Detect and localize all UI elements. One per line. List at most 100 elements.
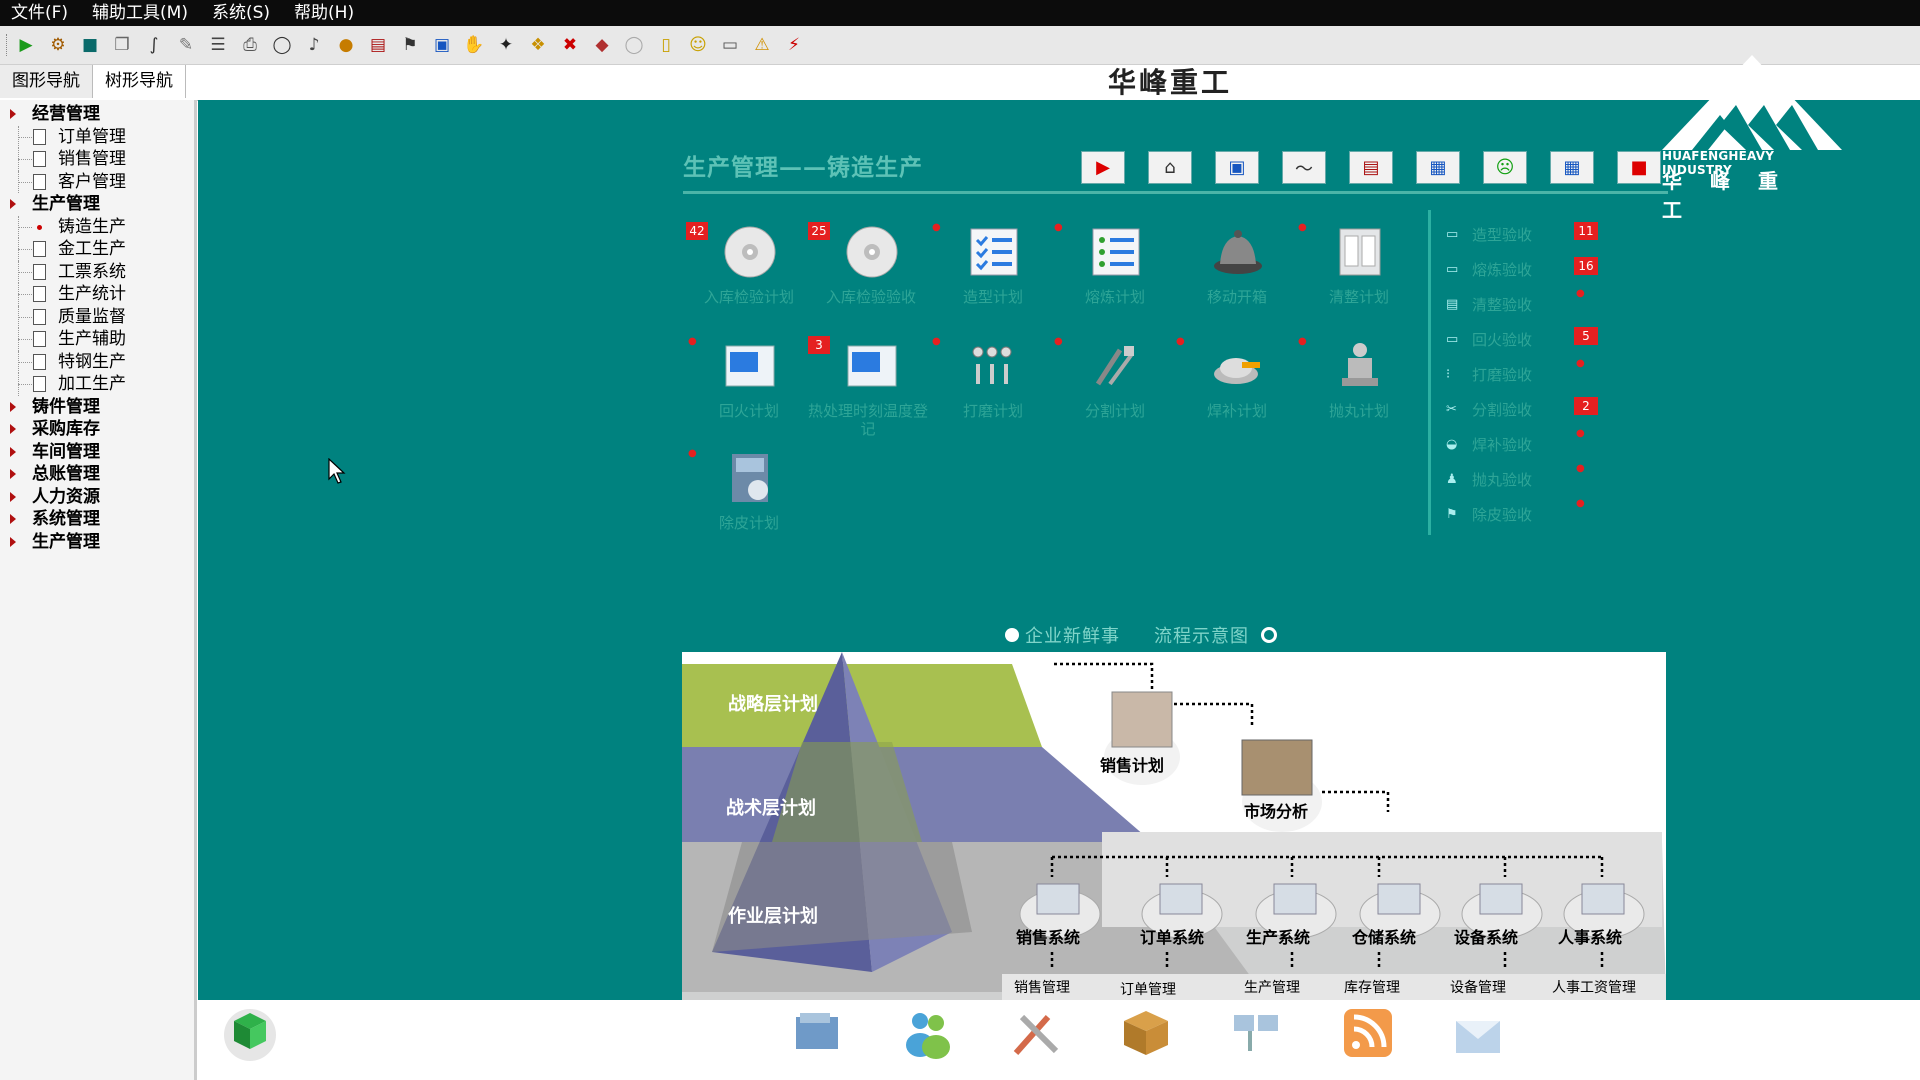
module-mobile-open-box[interactable]: 移动开箱	[1174, 226, 1294, 326]
module-icon[interactable]: ▣	[430, 33, 454, 57]
tree-group-casting-parts[interactable]: 铸件管理	[0, 396, 194, 419]
bubble-icon[interactable]: ❖	[526, 33, 550, 57]
save-icon[interactable]: ■	[78, 33, 102, 57]
tree-group-workshop[interactable]: 车间管理	[0, 441, 194, 464]
tree-group-production[interactable]: 生产管理	[0, 193, 194, 216]
expand-triangle-icon[interactable]	[10, 446, 16, 457]
menu-system[interactable]: 系统(S)	[201, 0, 283, 26]
box-icon[interactable]	[1118, 1005, 1174, 1061]
quick-face-button[interactable]: ☹	[1483, 151, 1527, 184]
node-order-system[interactable]: 订单系统	[1140, 924, 1204, 948]
tree-group-purchase[interactable]: 采购库存	[0, 418, 194, 441]
tree-item-quality[interactable]: 质量监督	[0, 305, 194, 328]
carousel-dot-icon[interactable]	[1261, 627, 1277, 643]
tree-item-machining[interactable]: 金工生产	[0, 238, 194, 261]
menu-tools[interactable]: 辅助工具(M)	[81, 0, 201, 26]
print-icon[interactable]: ⎙	[238, 33, 262, 57]
tree-item-processing[interactable]: 加工生产	[0, 373, 194, 396]
formula-icon[interactable]: ∫	[142, 33, 166, 57]
warning-icon[interactable]: ⚠	[750, 33, 774, 57]
tab-tree-nav[interactable]: 树形导航	[93, 65, 186, 98]
expand-triangle-icon[interactable]	[10, 469, 16, 479]
tree-item-order[interactable]: 订单管理	[0, 125, 194, 148]
expand-triangle-icon[interactable]	[10, 401, 16, 412]
menu-help[interactable]: 帮助(H)	[283, 0, 367, 26]
expand-triangle-icon[interactable]	[10, 424, 16, 434]
truck-icon[interactable]: ▭	[718, 33, 742, 57]
mail-icon[interactable]	[1450, 1005, 1506, 1061]
tree-group-system[interactable]: 系统管理	[0, 508, 194, 531]
tree-item-statistics[interactable]: 生产统计	[0, 283, 194, 306]
carousel-tab-news[interactable]: 企业新鲜事	[1025, 622, 1120, 648]
acceptance-welding[interactable]: ◒ 焊补验收 ●	[1446, 428, 1606, 462]
play-icon[interactable]: ▶	[14, 33, 38, 57]
copy-icon[interactable]: ❐	[110, 33, 134, 57]
cube-icon[interactable]	[222, 1005, 278, 1061]
node-production-system[interactable]: 生产系统	[1246, 924, 1310, 948]
network-icon[interactable]	[1228, 1005, 1284, 1061]
rss-icon[interactable]	[1340, 1005, 1396, 1061]
close-x-icon[interactable]: ✖	[558, 33, 582, 57]
module-grinding-plan[interactable]: ● 打磨计划	[930, 336, 1050, 440]
smiley-icon[interactable]: ☺	[686, 33, 710, 57]
list-icon[interactable]: ☰	[206, 33, 230, 57]
toolbar-grip[interactable]	[6, 34, 9, 56]
node-equipment-system[interactable]: 设备系统	[1454, 924, 1518, 948]
quick-bank-button[interactable]: ⌂	[1148, 151, 1192, 184]
tree-group-production-2[interactable]: 生产管理	[0, 531, 194, 554]
acceptance-cutting[interactable]: ✂ 分割验收 2	[1446, 397, 1606, 427]
module-inbound-inspection-plan[interactable]: 42 入库检验计划	[686, 222, 806, 326]
tree-group-ledger[interactable]: 总账管理	[0, 463, 194, 486]
speaker-icon[interactable]: ♪	[302, 33, 326, 57]
tree-item-customer[interactable]: 客户管理	[0, 170, 194, 193]
hand-icon[interactable]: ✋	[462, 33, 486, 57]
connect-icon[interactable]: ⚙	[46, 33, 70, 57]
acceptance-smelting[interactable]: ▭ 熔炼验收 16	[1446, 257, 1606, 287]
run-icon[interactable]: ✦	[494, 33, 518, 57]
acceptance-peeling[interactable]: ⚑ 除皮验收 ●	[1446, 498, 1606, 532]
edit-icon[interactable]: ✎	[174, 33, 198, 57]
quick-play-button[interactable]: ▶	[1081, 151, 1125, 184]
module-tempering-plan[interactable]: ● 回火计划	[686, 336, 806, 440]
quick-module-button[interactable]: ▣	[1215, 151, 1259, 184]
quick-chart-button[interactable]: 〜	[1282, 151, 1326, 184]
tree-item-casting[interactable]: 铸造生产	[0, 215, 194, 238]
module-shot-blast-plan[interactable]: ● 抛丸计划	[1296, 336, 1416, 440]
fire-icon[interactable]: ●	[334, 33, 358, 57]
acceptance-grinding[interactable]: ⁝ 打磨验收 ●	[1446, 358, 1606, 392]
acceptance-cleaning[interactable]: ▤ 清整验收 ●	[1446, 288, 1606, 322]
tree-item-aux[interactable]: 生产辅助	[0, 328, 194, 351]
module-inbound-inspection-accept[interactable]: 25 入库检验验收	[808, 222, 928, 326]
tree-item-special-steel[interactable]: 特钢生产	[0, 350, 194, 373]
flag-icon[interactable]: ⚑	[398, 33, 422, 57]
node-sales-system[interactable]: 销售系统	[1016, 924, 1080, 948]
module-heat-treatment-log[interactable]: 3 热处理时刻温度登记	[808, 336, 928, 440]
book-icon[interactable]: ◆	[590, 33, 614, 57]
report-icon[interactable]: ▤	[366, 33, 390, 57]
quick-table-button[interactable]: ▦	[1550, 151, 1594, 184]
module-cleaning-plan[interactable]: ● 清整计划	[1296, 222, 1416, 326]
module-molding-plan[interactable]: ● 造型计划	[930, 222, 1050, 326]
node-warehouse-system[interactable]: 仓储系统	[1352, 924, 1416, 948]
node-hr-system[interactable]: 人事系统	[1558, 924, 1622, 948]
bolt-icon[interactable]: ⚡	[782, 33, 806, 57]
tab-graphic-nav[interactable]: 图形导航	[0, 65, 93, 98]
expand-triangle-icon[interactable]	[10, 109, 16, 119]
bubble-icon[interactable]: ◯	[622, 33, 646, 57]
tree-group-business[interactable]: 经营管理	[0, 103, 194, 126]
tree-group-hr[interactable]: 人力资源	[0, 486, 194, 509]
acceptance-shot-blast[interactable]: ♟ 抛丸验收 ●	[1446, 463, 1606, 497]
menu-file[interactable]: 文件(F)	[0, 0, 81, 26]
note-icon[interactable]: ▯	[654, 33, 678, 57]
quick-report-button[interactable]: ▤	[1349, 151, 1393, 184]
quick-grid-button[interactable]: ▦	[1416, 151, 1460, 184]
acceptance-tempering[interactable]: ▭ 回火验收 5	[1446, 327, 1606, 357]
expand-triangle-icon[interactable]	[10, 536, 16, 547]
module-peeling-plan[interactable]: ● 除皮计划	[686, 448, 806, 552]
expand-triangle-icon[interactable]	[10, 514, 16, 524]
quick-stop-button[interactable]: ■	[1617, 151, 1661, 184]
node-sales-plan[interactable]: 销售计划	[1100, 752, 1164, 776]
folder-icon[interactable]	[790, 1005, 846, 1061]
carousel-dot-active-icon[interactable]	[1005, 628, 1019, 642]
users-icon[interactable]	[900, 1005, 956, 1061]
